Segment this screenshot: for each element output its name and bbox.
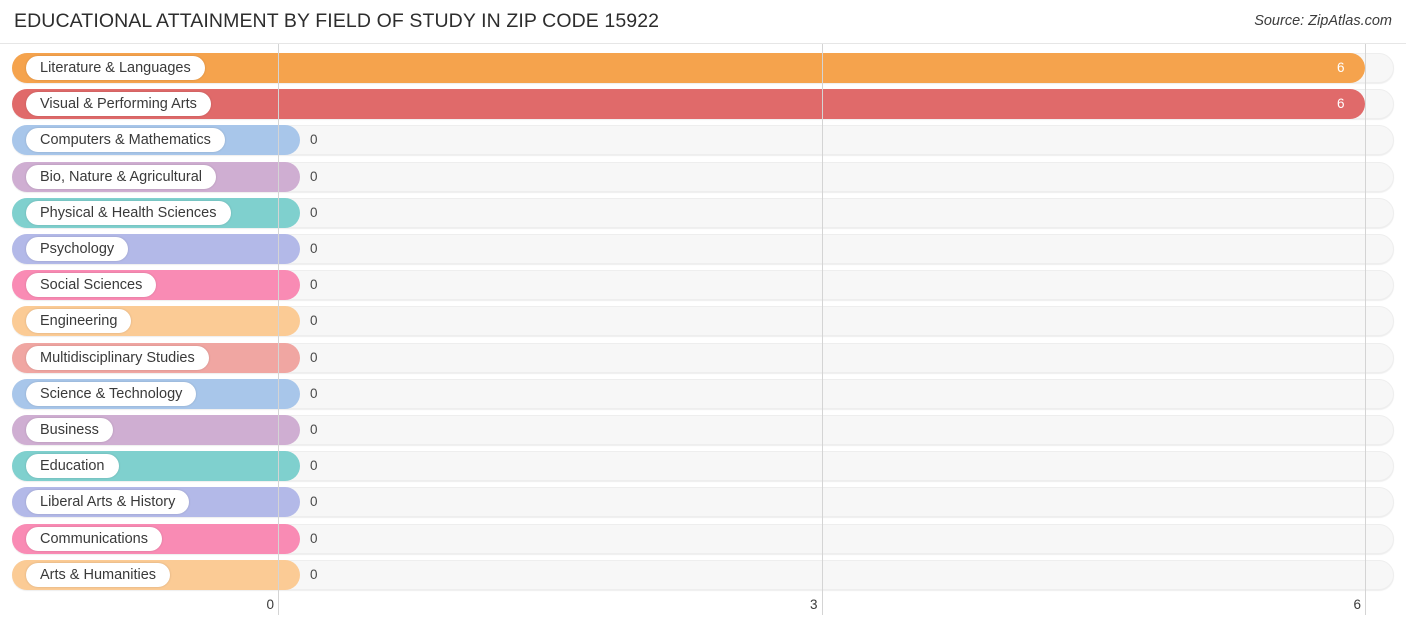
bar-value-label: 0 bbox=[310, 385, 318, 401]
bar-fill bbox=[12, 53, 1365, 83]
bar-row[interactable]: Literature & Languages 6 bbox=[12, 53, 1394, 83]
bar-row[interactable]: Communications 0 bbox=[12, 523, 1394, 554]
x-tick-label-3: 3 bbox=[809, 597, 818, 612]
bar-value-label: 0 bbox=[310, 277, 318, 293]
bar-category-label: Social Sciences bbox=[26, 273, 157, 298]
bar-row[interactable]: Social Sciences 0 bbox=[12, 270, 1394, 301]
bar-category-label: Visual & Performing Arts bbox=[26, 92, 211, 117]
bar-row[interactable]: Multidisciplinary Studies 0 bbox=[12, 342, 1394, 373]
bar-category-label: Literature & Languages bbox=[26, 56, 205, 80]
bar-value-label: 0 bbox=[310, 241, 318, 256]
bar-chart-plot-area: Literature & Languages 6 Visual & Performi… bbox=[0, 44, 1406, 595]
page-title: EDUCATIONAL ATTAINMENT BY FIELD OF STUDY… bbox=[14, 10, 660, 32]
bar-category-label: Multidisciplinary Studies bbox=[26, 345, 209, 370]
bar-row[interactable]: Computers & Mathematics 0 bbox=[12, 125, 1394, 156]
bar-row[interactable]: Education 0 bbox=[12, 451, 1394, 482]
bar-value-label: 0 bbox=[310, 204, 318, 220]
bar-category-label: Communications bbox=[26, 526, 162, 551]
bar-value-label: 0 bbox=[310, 494, 318, 510]
bar-row[interactable]: Arts & Humanities 0 bbox=[12, 559, 1394, 590]
bar-value-label: 0 bbox=[310, 530, 318, 546]
bar-category-label: Science & Technology bbox=[26, 381, 197, 406]
bar-fill bbox=[12, 89, 1365, 120]
bar-category-label: Education bbox=[26, 454, 119, 479]
bar-category-label: Liberal Arts & History bbox=[26, 490, 190, 515]
bar-row[interactable]: Bio, Nature & Agricultural 0 bbox=[12, 161, 1394, 192]
bar-value-label: 0 bbox=[310, 168, 318, 184]
bar-value-label: 0 bbox=[310, 458, 318, 474]
source-attribution: Source: ZipAtlas.com bbox=[1254, 13, 1392, 29]
bar-row[interactable]: Physical & Health Sciences 0 bbox=[12, 197, 1394, 228]
bar-row[interactable]: Engineering 0 bbox=[12, 306, 1394, 337]
bar-category-label: Physical & Health Sciences bbox=[26, 200, 231, 225]
bar-value-label: 0 bbox=[310, 349, 318, 365]
tick-mark-3 bbox=[821, 595, 823, 615]
bar-category-label: Engineering bbox=[26, 309, 132, 334]
bar-category-label: Bio, Nature & Agricultural bbox=[26, 164, 216, 189]
chart-header: EDUCATIONAL ATTAINMENT BY FIELD OF STUDY… bbox=[0, 0, 1406, 44]
x-tick-label-6: 6 bbox=[1353, 597, 1361, 612]
bar-value-label: 6 bbox=[1337, 96, 1345, 112]
chart-page: EDUCATIONAL ATTAINMENT BY FIELD OF STUDY… bbox=[0, 0, 1406, 631]
bar-category-label: Psychology bbox=[26, 237, 129, 261]
x-axis: 0 3 6 bbox=[0, 595, 1406, 631]
bar-value-label: 6 bbox=[1337, 60, 1345, 75]
bar-row[interactable]: Business 0 bbox=[12, 415, 1394, 445]
bar-row[interactable]: Visual & Performing Arts 6 bbox=[12, 89, 1394, 120]
bar-value-label: 0 bbox=[310, 566, 318, 582]
tick-mark-0 bbox=[278, 595, 279, 615]
bar-row[interactable]: Liberal Arts & History 0 bbox=[12, 487, 1394, 518]
bar-category-label: Business bbox=[26, 418, 113, 442]
bar-row[interactable]: Psychology 0 bbox=[12, 234, 1394, 264]
x-tick-label-0: 0 bbox=[266, 597, 274, 612]
bar-row[interactable]: Science & Technology 0 bbox=[12, 378, 1394, 409]
tick-mark-6 bbox=[1365, 595, 1366, 615]
bar-category-label: Arts & Humanities bbox=[26, 562, 171, 587]
bar-value-label: 0 bbox=[310, 422, 318, 437]
bar-value-label: 0 bbox=[310, 313, 318, 329]
bar-value-label: 0 bbox=[310, 132, 318, 148]
bar-category-label: Computers & Mathematics bbox=[26, 128, 225, 153]
